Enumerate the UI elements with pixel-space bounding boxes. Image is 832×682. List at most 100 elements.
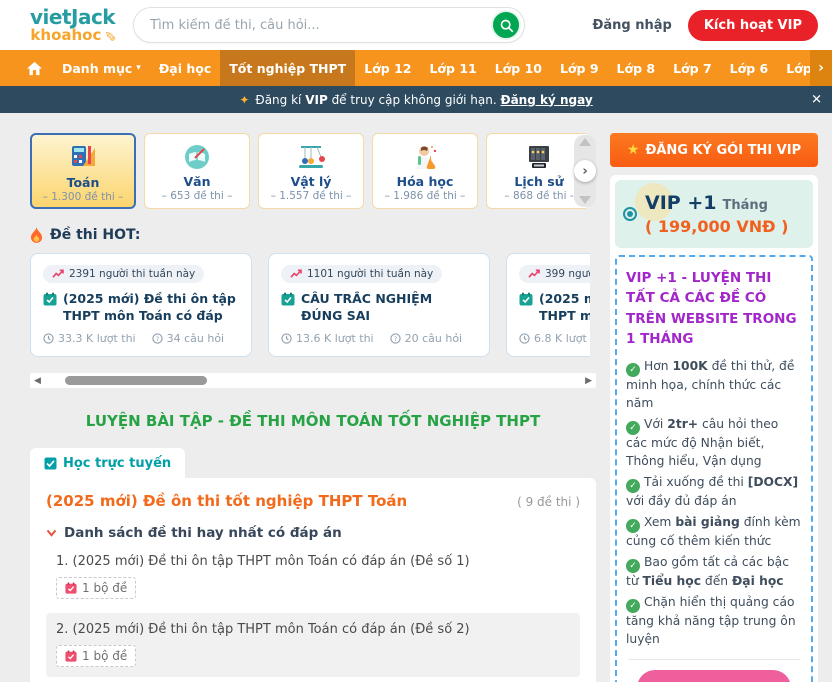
clock-icon — [519, 333, 530, 344]
fire-icon — [30, 227, 43, 243]
star-icon: ★ — [627, 142, 640, 158]
nav-item-lop-12[interactable]: Lớp 12 — [355, 50, 420, 86]
subject-card-vat-ly[interactable]: Vật lý – 1.557 đề thi – — [258, 133, 364, 209]
subject-card-van[interactable]: Văn – 653 đề thi – — [144, 133, 250, 209]
nav-item-dai-hoc[interactable]: Đại học — [150, 50, 220, 86]
plan-name: VIP +1 — [645, 192, 716, 214]
scrollbar-track[interactable] — [45, 373, 581, 388]
nav-item-lop-7[interactable]: Lớp 7 — [664, 50, 721, 86]
calendar-icon — [65, 582, 77, 594]
horizontal-scrollbar[interactable]: ◀ ▶ — [30, 373, 596, 388]
buy-now-button[interactable]: MUA NGAY — [637, 670, 790, 682]
exam-set-chip[interactable]: 1 bộ đề — [56, 577, 136, 599]
logo-line1: vietJack — [30, 7, 115, 27]
vietjack-logo[interactable]: vietJack khoahoc ✎ — [30, 7, 115, 43]
vip-sidebar: ★ ĐĂNG KÝ GÓI THI VIP VIP +1 Tháng ( 199… — [610, 133, 818, 682]
exam-link[interactable]: 1. (2025 mới) Đề thi ôn tập THPT môn Toá… — [56, 554, 570, 569]
math-icon — [32, 142, 134, 174]
nav-more-button[interactable]: › — [810, 50, 832, 86]
nav-item-lop-6[interactable]: Lớp 6 — [721, 50, 778, 86]
panel-title[interactable]: (2025 mới) Đề ôn thi tốt nghiệp THPT Toá… — [46, 492, 407, 510]
attempts: 6.8 K lượt thi — [519, 332, 590, 345]
calendar-icon — [65, 650, 77, 662]
calendar-check-icon — [281, 292, 295, 306]
main-nav: Danh mục ▾ Đại học Tốt nghiệp THPT Lớp 1… — [0, 50, 832, 86]
scroll-down-icon[interactable] — [579, 196, 591, 204]
vip-details-box: VIP +1 - LUYỆN THI TẤT CẢ CÁC ĐỀ CÓ TRÊN… — [615, 255, 813, 682]
exam-set-chip[interactable]: 1 bộ đề — [56, 645, 136, 667]
tab-hoc-truc-tuyen[interactable]: Học trực tuyến — [30, 448, 185, 478]
hot-exams-row: 2391 người thi tuần này (2025 mới) Đề th… — [30, 253, 590, 357]
checkbox-icon — [44, 457, 57, 470]
nav-item-lop-9[interactable]: Lớp 9 — [551, 50, 608, 86]
login-link[interactable]: Đăng nhập — [593, 18, 672, 33]
hot-exam-title: (2025 mới) Đề thi ôn tập THPT môn Toán c… — [43, 291, 239, 325]
search-button[interactable] — [491, 10, 521, 40]
subject-carousel-control: › — [574, 135, 596, 207]
radio-selected-icon[interactable] — [623, 207, 637, 221]
exam-list-panel: (2025 mới) Đề ôn thi tốt nghiệp THPT Toá… — [30, 478, 596, 682]
chemistry-icon — [373, 141, 477, 173]
scroll-up-icon[interactable] — [579, 138, 591, 146]
scroll-left-icon[interactable]: ◀ — [30, 376, 45, 386]
exam-list-subtitle[interactable]: Danh sách đề thi hay nhất có đáp án — [46, 525, 580, 541]
promo-text: Đăng kí VIP để truy cập không giới hạn. — [255, 93, 496, 107]
nav-item-danh-muc[interactable]: Danh mục ▾ — [53, 50, 150, 86]
header: vietJack khoahoc ✎ Đăng nhập Kích hoạt V… — [0, 0, 832, 50]
hot-exam-card[interactable]: 1101 người thi tuần này CÂU TRẮC NGHIỆM … — [268, 253, 490, 357]
nav-item-tot-nghiep-thpt[interactable]: Tốt nghiệp THPT — [220, 50, 355, 86]
exam-list-item: 2. (2025 mới) Đề thi ôn tập THPT môn Toá… — [46, 613, 580, 677]
vip-feature: ✓Xem bài giảng đính kèm củng cố thêm kiế… — [626, 514, 802, 551]
scrollbar-thumb[interactable] — [65, 376, 207, 385]
check-icon: ✓ — [626, 559, 640, 573]
exam-link[interactable]: 2. (2025 mới) Đề thi ôn tập THPT môn Toá… — [56, 622, 570, 637]
main-column: Toán – 1.300 đề thi – Văn — [30, 133, 596, 682]
plan-price: ( 199,000 VNĐ ) — [645, 217, 788, 236]
plan-option-vip-1-month[interactable]: VIP +1 Tháng ( 199,000 VNĐ ) — [615, 180, 813, 248]
vip-feature: ✓Tải xuống đề thi [DOCX] với đầy đủ đáp … — [626, 474, 802, 511]
clock-icon — [43, 333, 54, 344]
check-icon: ✓ — [626, 599, 640, 613]
next-subjects-button[interactable]: › — [574, 160, 596, 182]
nav-home[interactable] — [16, 50, 53, 86]
svg-text:?: ? — [393, 335, 396, 343]
logo-line2: khoahoc ✎ — [30, 28, 115, 43]
search-icon — [499, 18, 514, 33]
weekly-takers-badge: 399 người thi — [519, 265, 590, 283]
plan-period: Tháng — [722, 198, 767, 213]
check-icon: ✓ — [626, 421, 640, 435]
subject-card-toan[interactable]: Toán – 1.300 đề thi – — [30, 133, 136, 209]
chevron-right-icon: › — [818, 60, 824, 76]
divider — [628, 659, 800, 660]
hot-exams-heading: Đề thi HOT: — [30, 227, 596, 243]
question-icon: ? — [152, 333, 163, 344]
nav-item-lop-11[interactable]: Lớp 11 — [420, 50, 485, 86]
vip-offer-title: VIP +1 - LUYỆN THI TẤT CẢ CÁC ĐỀ CÓ TRÊN… — [626, 268, 802, 349]
physics-icon — [259, 141, 363, 173]
vip-feature: ✓Với 2tr+ câu hỏi theo các mức độ Nhận b… — [626, 416, 802, 471]
exam-list-item: 1. (2025 mới) Đề thi ôn tập THPT môn Toá… — [46, 545, 580, 609]
weekly-takers-badge: 1101 người thi tuần này — [281, 265, 442, 283]
hot-exam-card[interactable]: 399 người thi (2025 mới) Đề thi ôn tập T… — [506, 253, 590, 357]
hot-exam-card[interactable]: 2391 người thi tuần này (2025 mới) Đề th… — [30, 253, 252, 357]
vip-feature: ✓Bao gồm tất cả các bậc từ Tiểu học đến … — [626, 554, 802, 591]
promo-register-link[interactable]: Đăng ký ngay — [501, 93, 593, 107]
nav-item-lop-10[interactable]: Lớp 10 — [486, 50, 551, 86]
scroll-right-icon[interactable]: ▶ — [581, 376, 596, 386]
attempts: 33.3 K lượt thi — [43, 332, 136, 345]
nav-item-lop-8[interactable]: Lớp 8 — [608, 50, 665, 86]
question-count: ? 20 câu hỏi — [390, 332, 463, 345]
subject-card-lich-su[interactable]: Lịch sử – 868 đề thi - — [486, 133, 586, 209]
section-title: LUYỆN BÀI TẬP - ĐỀ THI MÔN TOÁN TỐT NGHI… — [30, 412, 596, 430]
check-icon: ✓ — [626, 519, 640, 533]
search-input[interactable] — [150, 18, 491, 33]
trend-chart-icon — [528, 269, 540, 279]
close-icon[interactable]: ✕ — [811, 92, 822, 107]
activate-vip-button[interactable]: Kích hoạt VIP — [688, 10, 818, 41]
subject-card-hoa-hoc[interactable]: Hóa học – 1.986 đề thi – — [372, 133, 478, 209]
register-vip-button[interactable]: ★ ĐĂNG KÝ GÓI THI VIP — [610, 133, 818, 167]
pencil-icon: ✎ — [102, 30, 116, 42]
content: Toán – 1.300 đề thi – Văn — [0, 113, 832, 682]
home-icon — [26, 61, 43, 76]
exam-count: ( 9 đề thi ) — [517, 495, 580, 509]
